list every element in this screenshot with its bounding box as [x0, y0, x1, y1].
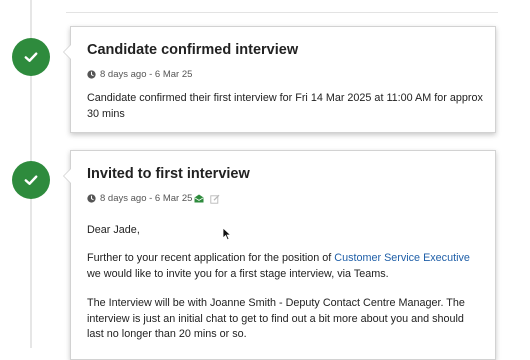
clock-icon [87, 70, 96, 79]
status-check-icon [12, 38, 50, 76]
job-title-link[interactable]: Customer Service Executive [334, 252, 470, 264]
clock-icon [87, 194, 96, 203]
card-title: Candidate confirmed interview [87, 42, 299, 58]
email-paragraph-2: The Interview will be with Joanne Smith … [87, 297, 465, 340]
email-greeting: Dear Jade, [87, 224, 140, 236]
card-timestamp: 8 days ago - 6 Mar 25 [100, 193, 193, 204]
mouse-cursor-icon [222, 227, 232, 241]
card-title: Invited to first interview [87, 166, 250, 182]
card-meta: 8 days ago - 6 Mar 25 [87, 69, 192, 80]
card-meta: 8 days ago - 6 Mar 25 [87, 193, 220, 204]
email-icon[interactable] [194, 194, 204, 203]
card-timestamp: 8 days ago - 6 Mar 25 [100, 69, 193, 80]
divider [66, 12, 498, 13]
status-check-icon [12, 161, 50, 199]
email-text: Further to your recent application for t… [87, 252, 335, 264]
timeline-card-confirmed: Candidate confirmed interview 8 days ago… [63, 26, 496, 133]
edit-icon[interactable] [210, 194, 220, 204]
card-body: Candidate confirmed their first intervie… [87, 92, 483, 120]
email-text: we would like to invite you for a first … [87, 267, 389, 280]
email-paragraph-1: Further to your recent application for t… [87, 251, 483, 282]
timeline-card-invited: Invited to first interview 8 days ago - … [63, 150, 496, 360]
